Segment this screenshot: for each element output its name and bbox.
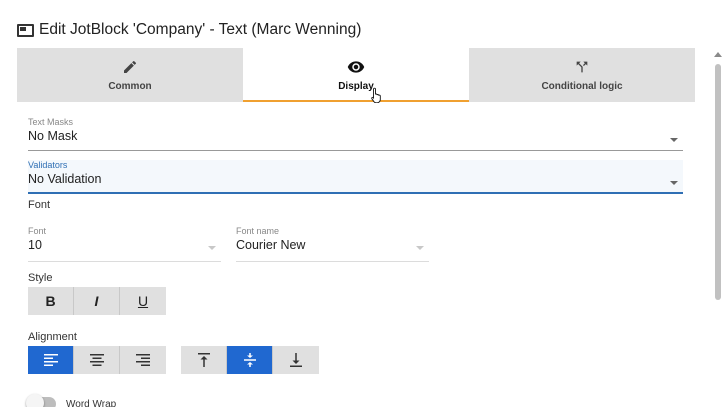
- font-name-value: Courier New: [236, 238, 306, 252]
- dialog-title-row: Edit JotBlock 'Company' - Text (Marc Wen…: [17, 17, 361, 43]
- font-name-select[interactable]: Font name Courier New: [236, 226, 429, 262]
- validators-value: No Validation: [28, 172, 102, 186]
- scroll-up-arrow[interactable]: [714, 52, 722, 57]
- align-center-icon: [89, 354, 104, 366]
- alignment-heading: Alignment: [28, 331, 77, 343]
- chevron-down-icon: [670, 181, 678, 185]
- toggle-knob: [26, 394, 44, 407]
- align-middle-button[interactable]: [227, 346, 273, 374]
- align-left-icon: [43, 354, 58, 366]
- bold-button[interactable]: B: [28, 287, 74, 315]
- font-section-heading: Font: [28, 199, 51, 211]
- tab-common-label: Common: [108, 81, 152, 92]
- align-bottom-icon: [290, 353, 302, 367]
- tab-conditional-logic[interactable]: Conditional logic: [469, 48, 695, 102]
- scrollbar-thumb[interactable]: [715, 64, 721, 300]
- align-center-button[interactable]: [74, 346, 120, 374]
- hand-cursor-icon: [371, 87, 381, 103]
- horizontal-alignment-group: [28, 346, 166, 374]
- tab-display-label: Display: [338, 81, 374, 92]
- align-top-button[interactable]: [181, 346, 227, 374]
- chevron-down-icon: [670, 138, 678, 142]
- window-icon: [17, 23, 34, 37]
- align-middle-icon: [243, 353, 256, 367]
- style-heading: Style: [28, 272, 53, 284]
- eye-icon: [347, 58, 365, 76]
- vertical-alignment-group: [181, 346, 319, 374]
- validators-select[interactable]: Validators No Validation: [28, 160, 683, 194]
- text-masks-select[interactable]: Text Masks No Mask: [28, 117, 683, 151]
- font-size-label: Font: [28, 226, 47, 236]
- align-left-button[interactable]: [28, 346, 74, 374]
- word-wrap-toggle[interactable]: [26, 394, 56, 407]
- tab-bar: Common Display Conditional logic: [17, 48, 695, 102]
- pencil-icon: [121, 58, 139, 76]
- tab-common[interactable]: Common: [17, 48, 243, 102]
- align-top-icon: [197, 353, 210, 367]
- underline-button[interactable]: U: [120, 287, 166, 315]
- font-size-value: 10: [28, 238, 42, 252]
- text-masks-label: Text Masks: [28, 117, 74, 127]
- style-button-group: B I U: [28, 287, 166, 315]
- dialog-title: Edit JotBlock 'Company' - Text (Marc Wen…: [39, 21, 362, 38]
- branch-icon: [573, 58, 591, 76]
- validators-label: Validators: [28, 160, 68, 170]
- text-masks-value: No Mask: [28, 129, 78, 143]
- align-bottom-button[interactable]: [273, 346, 319, 374]
- word-wrap-row: Word Wrap: [26, 394, 117, 407]
- align-right-icon: [136, 354, 150, 366]
- word-wrap-label: Word Wrap: [66, 398, 117, 407]
- font-size-select[interactable]: Font 10: [28, 226, 221, 262]
- tab-conditional-logic-label: Conditional logic: [541, 81, 623, 92]
- chevron-down-icon: [416, 246, 424, 250]
- align-right-button[interactable]: [120, 346, 166, 374]
- font-name-label: Font name: [236, 226, 280, 236]
- chevron-down-icon: [208, 246, 216, 250]
- italic-button[interactable]: I: [74, 287, 120, 315]
- tab-display[interactable]: Display: [243, 48, 469, 102]
